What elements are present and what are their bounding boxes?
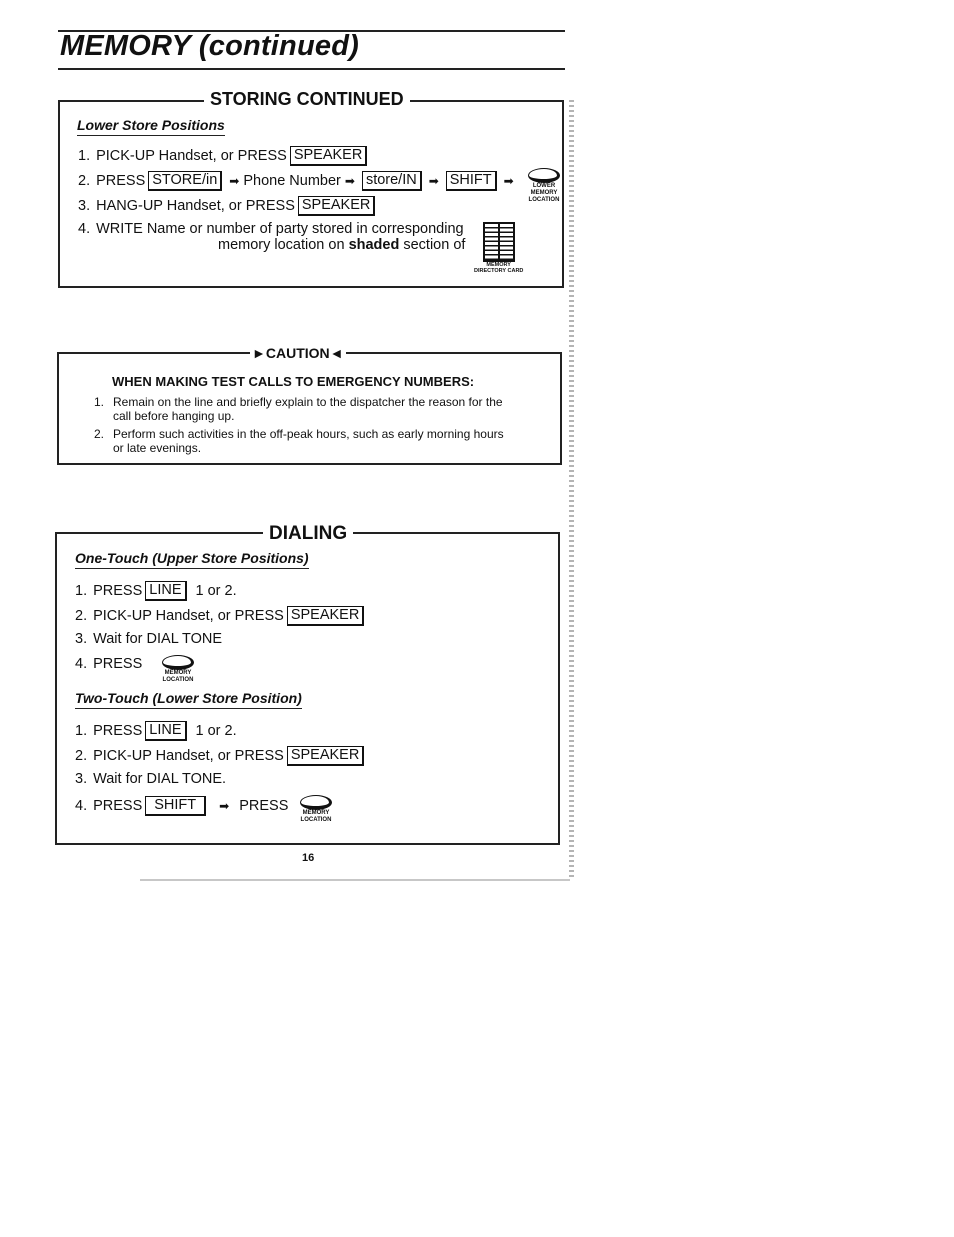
arrow-right-icon: ➡ (428, 174, 439, 188)
press-text: PRESS (93, 723, 143, 739)
two-touch-step-4: 4. PRESS SHIFT ➡ PRESS (75, 796, 288, 816)
arrow-right-icon: ➡ (344, 174, 355, 188)
step-text: 1 or 2. (195, 583, 237, 599)
lower-store-subheading: Lower Store Positions (77, 117, 225, 136)
step-number: 4. (75, 656, 88, 672)
step-number: 2. (75, 608, 88, 624)
storing-step-4-line1: 4. WRITE Name or number of party stored … (78, 221, 464, 237)
memory-location-button-icon: MEMORY LOCATION (162, 655, 194, 684)
storing-step-1: 1. PICK-UP Handset, or PRESS SPEAKER (78, 146, 370, 166)
speaker-key: SPEAKER (286, 746, 365, 766)
icon-caption: LOCATION (528, 197, 560, 203)
dialing-heading: DIALING (263, 523, 354, 545)
arrow-right-icon: ➡ (229, 174, 240, 188)
item-text: Remain on the line and briefly explain t… (113, 395, 503, 409)
item-number: 1. (94, 395, 105, 409)
arrow-right-icon: ➡ (503, 174, 514, 188)
caution-item-2: 2. Perform such activities in the off-pea… (94, 427, 504, 455)
press-text: PRESS (93, 656, 143, 672)
caution-title: CAUTION (265, 345, 330, 361)
memory-location-button-icon: MEMORY LOCATION (300, 795, 332, 824)
one-touch-subheading: One-Touch (Upper Store Positions) (75, 550, 309, 569)
icon-caption: MEMORY (302, 810, 330, 816)
step-text: 1 or 2. (195, 723, 237, 739)
step-number: 1. (75, 583, 88, 599)
step-number: 3. (75, 631, 88, 647)
step-number: 3. (78, 198, 91, 214)
memory-button-shape (162, 655, 194, 670)
arrow-right-icon: ► (252, 345, 266, 361)
arrow-left-icon: ◄ (329, 345, 344, 361)
page-title: MEMORY (continued) (60, 30, 359, 62)
scan-edge-artifact (569, 100, 574, 880)
press-text: PRESS (93, 583, 143, 599)
speaker-key: SPEAKER (286, 606, 365, 626)
card-caption: DIRECTORY CARD (474, 268, 524, 274)
scan-bottom-artifact (140, 879, 570, 881)
title-underline (58, 68, 565, 70)
one-touch-step-2: 2. PICK-UP Handset, or PRESS SPEAKER (75, 606, 367, 626)
item-number: 2. (94, 427, 105, 441)
icon-caption: LOCATION (300, 817, 332, 823)
speaker-key: SPEAKER (289, 146, 368, 166)
shaded-emphasis: shaded (348, 237, 400, 253)
caution-heading: ►CAUTION◄ (250, 345, 346, 361)
two-touch-step-2: 2. PICK-UP Handset, or PRESS SPEAKER (75, 746, 367, 766)
caution-item-1: 1. Remain on the line and briefly explain… (94, 395, 503, 423)
step-text: PICK-UP Handset, or PRESS (93, 748, 284, 764)
step-text: Wait for DIAL TONE. (93, 771, 227, 787)
icon-caption: MEMORY (164, 670, 192, 676)
storing-step-2: 2. PRESS STORE/in ➡ Phone Number ➡ store… (78, 171, 518, 191)
step-number: 2. (78, 173, 91, 189)
step-text: HANG-UP Handset, or PRESS (96, 198, 295, 214)
page-number: 16 (302, 852, 315, 864)
icon-caption: LOCATION (162, 677, 194, 683)
storing-step-3: 3. HANG-UP Handset, or PRESS SPEAKER (78, 196, 378, 216)
store-IN-key: store/IN (361, 171, 422, 191)
press-text: PRESS (96, 173, 146, 189)
line-key: LINE (145, 581, 187, 601)
step-number: 4. (78, 221, 91, 237)
item-text: or late evenings. (113, 441, 202, 455)
caution-subheading: WHEN MAKING TEST CALLS TO EMERGENCY NUMB… (112, 374, 475, 389)
step-number: 1. (78, 148, 91, 164)
step-text: Wait for DIAL TONE (93, 631, 223, 647)
two-touch-step-3: 3. Wait for DIAL TONE. (75, 771, 226, 787)
step-text: section of (403, 237, 466, 253)
store-in-key: STORE/in (148, 171, 223, 191)
item-text: call before hanging up. (113, 409, 235, 423)
memory-button-shape (528, 168, 560, 183)
icon-caption: LOWER (532, 183, 556, 189)
step-number: 4. (75, 798, 88, 814)
step-number: 3. (75, 771, 88, 787)
shift-key: SHIFT (445, 171, 497, 191)
two-touch-step-1: 1. PRESS LINE 1 or 2. (75, 721, 237, 741)
line-key: LINE (145, 721, 187, 741)
press-text: PRESS (239, 798, 289, 814)
card-grid (482, 222, 515, 262)
one-touch-step-1: 1. PRESS LINE 1 or 2. (75, 581, 237, 601)
step-text: PICK-UP Handset, or PRESS (93, 608, 284, 624)
memory-directory-card-icon: MEMORY DIRECTORY CARD (474, 222, 523, 274)
item-text: Perform such activities in the off-peak … (113, 427, 504, 441)
two-touch-subheading: Two-Touch (Lower Store Position) (75, 690, 302, 709)
step-number: 2. (75, 748, 88, 764)
one-touch-step-4: 4. PRESS (75, 656, 142, 672)
one-touch-step-3: 3. Wait for DIAL TONE (75, 631, 222, 647)
shift-key: SHIFT (145, 796, 207, 816)
press-text: PRESS (93, 798, 143, 814)
step-number: 1. (75, 723, 88, 739)
speaker-key: SPEAKER (297, 196, 376, 216)
icon-caption: MEMORY (530, 190, 558, 196)
arrow-right-icon: ➡ (219, 799, 230, 813)
step-text: WRITE Name or number of party stored in … (96, 221, 464, 237)
lower-memory-location-button-icon: LOWER MEMORY LOCATION (528, 168, 560, 204)
step-text: memory location on (218, 237, 345, 253)
memory-button-shape (300, 795, 332, 810)
phone-number-text: Phone Number (243, 173, 341, 189)
storing-heading: STORING CONTINUED (204, 89, 410, 110)
step-text: PICK-UP Handset, or PRESS (96, 148, 287, 164)
storing-step-4-line2: memory location on shaded section of (218, 237, 465, 253)
